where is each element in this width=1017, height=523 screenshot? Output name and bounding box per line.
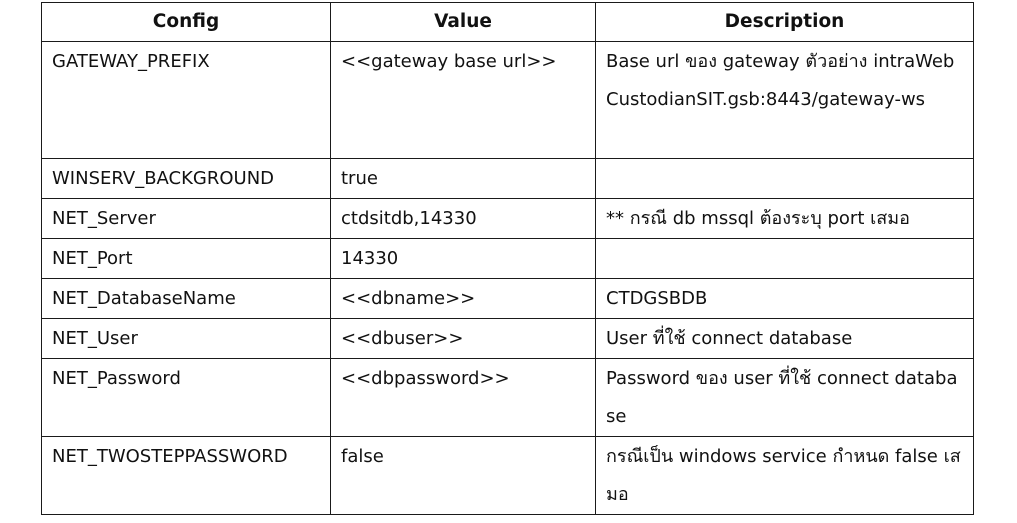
value-cell: ctdsitdb,14330 xyxy=(330,198,596,239)
description-cell: User ที่ใช้ connect database xyxy=(595,318,974,359)
config-cell: NET_Server xyxy=(41,198,331,239)
description-cell xyxy=(595,158,974,199)
value-cell: true xyxy=(330,158,596,199)
description-cell xyxy=(595,238,974,279)
description-cell: CTDGSBDB xyxy=(595,278,974,319)
header-config: Config xyxy=(41,2,331,42)
table-row: NET_Port 14330 xyxy=(41,238,974,279)
config-table: Config Value Description GATEWAY_PREFIX … xyxy=(41,2,974,515)
config-cell: NET_DatabaseName xyxy=(41,278,331,319)
table-row: NET_User <<dbuser>> User ที่ใช้ connect … xyxy=(41,318,974,359)
config-cell: GATEWAY_PREFIX xyxy=(41,41,331,159)
value-cell: false xyxy=(330,436,596,515)
value-cell: 14330 xyxy=(330,238,596,279)
table-row: GATEWAY_PREFIX <<gateway base url>> Base… xyxy=(41,41,974,159)
config-cell: NET_Port xyxy=(41,238,331,279)
value-cell: <<dbuser>> xyxy=(330,318,596,359)
table-row: NET_TWOSTEPPASSWORD false กรณีเป็น windo… xyxy=(41,436,974,515)
description-cell: กรณีเป็น windows service กำหนด false เสม… xyxy=(595,436,974,515)
description-cell: ** กรณี db mssql ต้องระบุ port เสมอ xyxy=(595,198,974,239)
description-cell: Password ของ user ที่ใช้ connect databas… xyxy=(595,358,974,437)
header-description: Description xyxy=(595,2,974,42)
config-cell: NET_TWOSTEPPASSWORD xyxy=(41,436,331,515)
config-cell: NET_Password xyxy=(41,358,331,437)
value-cell: <<dbname>> xyxy=(330,278,596,319)
config-cell: NET_User xyxy=(41,318,331,359)
table-row: NET_DatabaseName <<dbname>> CTDGSBDB xyxy=(41,278,974,319)
table-row: NET_Password <<dbpassword>> Password ของ… xyxy=(41,358,974,437)
table-row: WINSERV_BACKGROUND true xyxy=(41,158,974,199)
value-cell: <<dbpassword>> xyxy=(330,358,596,437)
table-header-row: Config Value Description xyxy=(41,2,974,42)
config-cell: WINSERV_BACKGROUND xyxy=(41,158,331,199)
description-cell: Base url ของ gateway ตัวอย่าง intraWebCu… xyxy=(595,41,974,159)
table-row: NET_Server ctdsitdb,14330 ** กรณี db mss… xyxy=(41,198,974,239)
header-value: Value xyxy=(330,2,596,42)
value-cell: <<gateway base url>> xyxy=(330,41,596,159)
